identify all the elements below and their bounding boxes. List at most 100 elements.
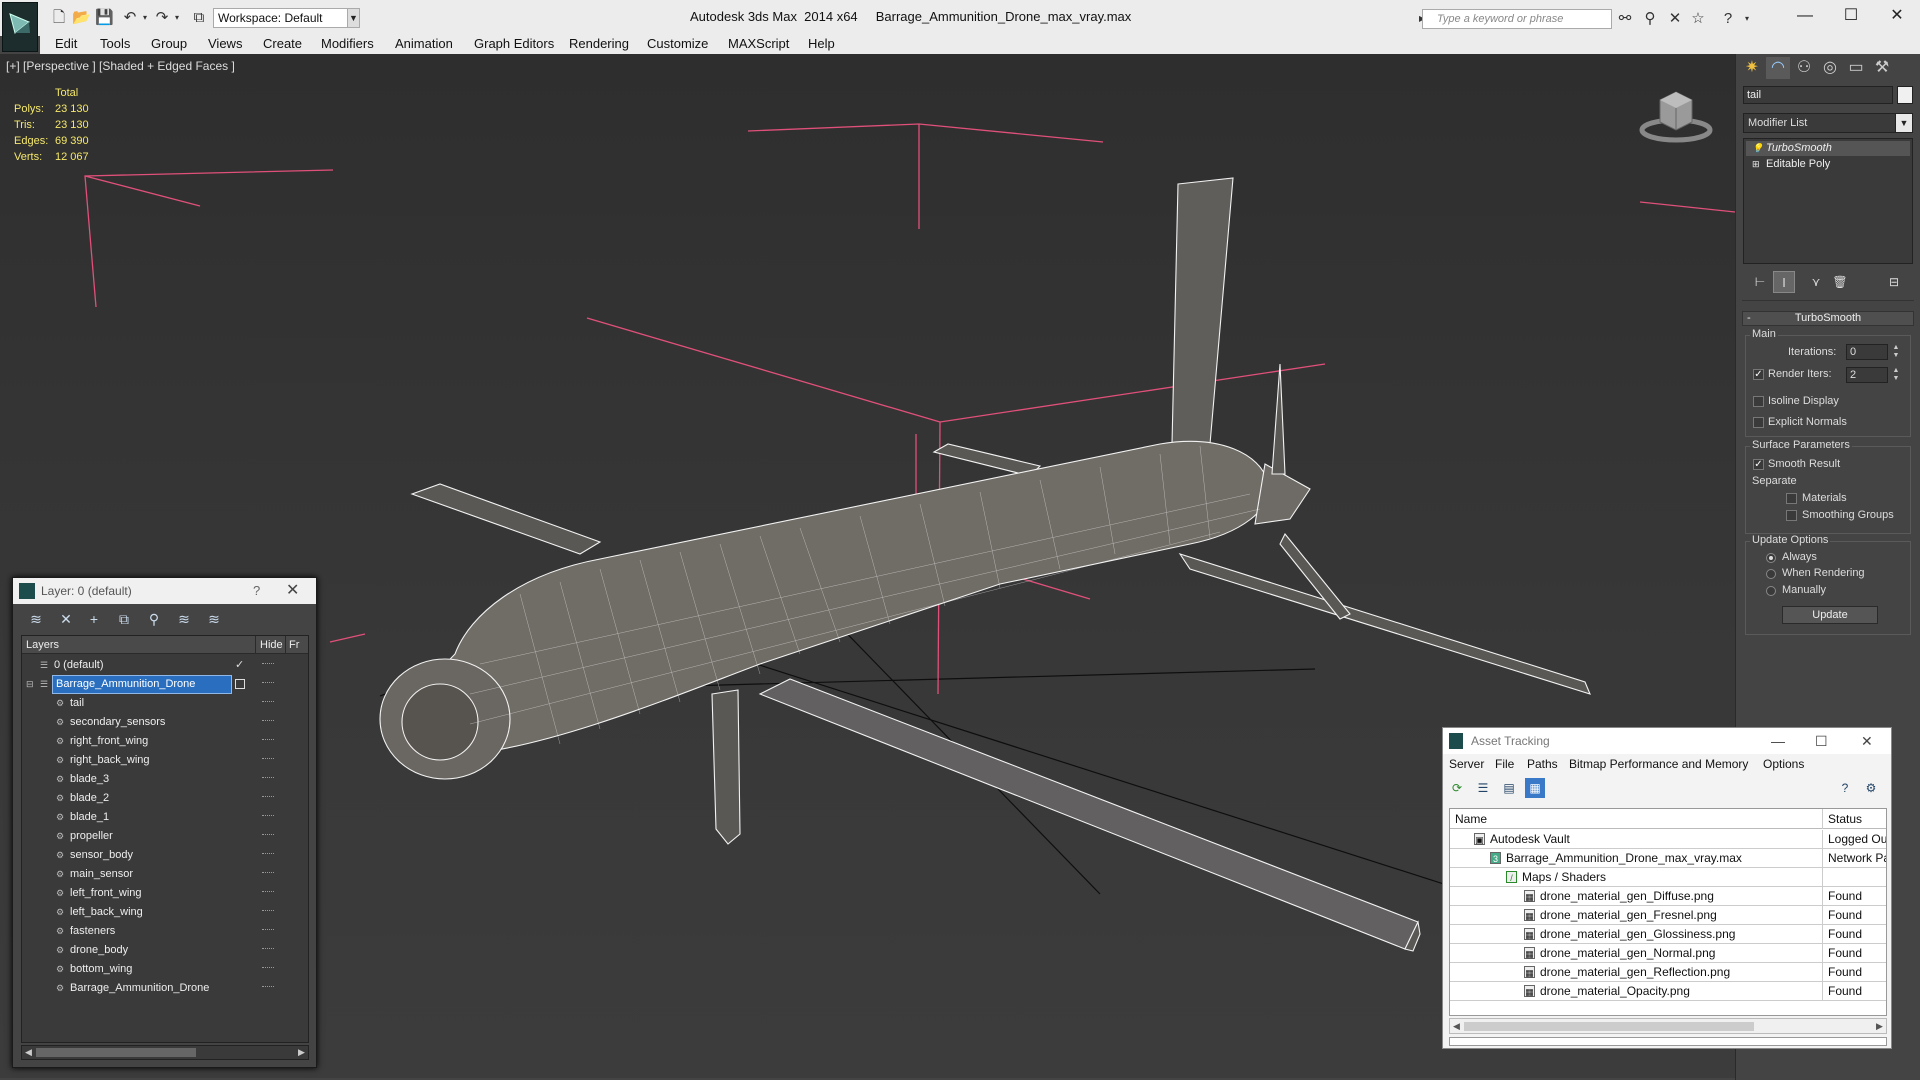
menu-edit[interactable]: Edit xyxy=(55,35,77,53)
display-tab-icon[interactable]: ▭ xyxy=(1844,57,1868,79)
communication-icon[interactable]: ✕ xyxy=(1665,9,1685,29)
object-row[interactable]: ⚙ tail xyxy=(22,694,308,713)
help-icon[interactable]: ? xyxy=(1835,778,1855,798)
asset-path-field[interactable] xyxy=(1449,1037,1887,1046)
column-status[interactable]: Status xyxy=(1822,809,1886,829)
pin-stack-icon[interactable]: ⊢ xyxy=(1749,271,1771,293)
smoothing-groups-checkbox[interactable] xyxy=(1786,510,1797,521)
create-tab-icon[interactable]: ✷ xyxy=(1740,57,1764,79)
create-layer-icon[interactable]: + xyxy=(83,609,105,629)
object-color-swatch[interactable] xyxy=(1897,86,1913,104)
undo-dropdown-icon[interactable]: ▾ xyxy=(136,9,154,27)
menu-group[interactable]: Group xyxy=(151,35,187,53)
column-hide[interactable]: Hide xyxy=(255,636,283,654)
layer-row[interactable]: ☰ 0 (default) ✓ xyxy=(22,656,308,675)
asset-row[interactable]: ▦ drone_material_gen_Glossiness.png Found xyxy=(1450,925,1886,944)
object-row[interactable]: ⚙ right_front_wing xyxy=(22,732,308,751)
utilities-tab-icon[interactable]: ⚒ xyxy=(1870,57,1894,79)
asset-row[interactable]: ▦ drone_material_gen_Normal.png Found xyxy=(1450,944,1886,963)
workspace-dropdown[interactable]: Workspace: Default ▼ xyxy=(213,8,358,28)
configure-sets-icon[interactable]: ⊟ xyxy=(1883,271,1905,293)
stack-item-turbosmooth[interactable]: 💡 TurboSmooth xyxy=(1746,141,1910,156)
hide-toggle[interactable] xyxy=(262,929,274,932)
object-row[interactable]: ⚙ blade_3 xyxy=(22,770,308,789)
hide-toggle[interactable] xyxy=(262,834,274,837)
maximize-icon[interactable]: ☐ xyxy=(1829,4,1873,28)
object-row[interactable]: ⚙ drone_body xyxy=(22,941,308,960)
spinner-arrows-icon[interactable]: ▲ ▼ xyxy=(1891,367,1901,383)
hide-all-layers-icon[interactable]: ≋ xyxy=(203,609,225,629)
menu-maxscript[interactable]: MAXScript xyxy=(728,35,789,53)
menu-animation[interactable]: Animation xyxy=(395,35,453,53)
active-layer-check-icon[interactable]: ✓ xyxy=(235,656,244,675)
save-file-icon[interactable]: 💾 xyxy=(95,9,114,27)
menu-customize[interactable]: Customize xyxy=(647,35,708,53)
lightbulb-icon[interactable]: 💡 xyxy=(1752,143,1763,153)
horizontal-scrollbar[interactable]: ◀ ▶ xyxy=(1449,1018,1887,1034)
scroll-right-icon[interactable]: ▶ xyxy=(1876,1019,1883,1033)
menu-rendering[interactable]: Rendering xyxy=(569,35,629,53)
refresh-icon[interactable]: ⟳ xyxy=(1447,778,1467,798)
scroll-right-icon[interactable]: ▶ xyxy=(298,1046,305,1059)
column-name[interactable]: Name xyxy=(1455,809,1487,829)
menu-help[interactable]: Help xyxy=(808,35,835,53)
asset-row[interactable]: ▦ drone_material_gen_Fresnel.png Found xyxy=(1450,906,1886,925)
viewcube-icon[interactable] xyxy=(1638,86,1718,146)
detail-view-icon[interactable]: ▤ xyxy=(1499,778,1519,798)
app-logo-button[interactable] xyxy=(2,2,38,52)
new-file-icon[interactable]: 🗋 xyxy=(50,9,68,27)
spinner-arrows-icon[interactable]: ▲ ▼ xyxy=(1891,344,1901,360)
viewport-label[interactable]: [+] [Perspective ] [Shaded + Edged Faces… xyxy=(6,59,235,73)
scrollbar-thumb[interactable] xyxy=(1464,1022,1754,1031)
help-icon[interactable]: ? xyxy=(1718,9,1738,29)
render-iters-checkbox[interactable]: ✓ xyxy=(1753,369,1764,380)
asset-row[interactable]: 3 Barrage_Ammunition_Drone_max_vray.max Ne… xyxy=(1450,849,1886,868)
hide-toggle[interactable] xyxy=(262,777,274,780)
always-radio[interactable] xyxy=(1766,553,1776,563)
scroll-left-icon[interactable]: ◀ xyxy=(25,1046,32,1059)
horizontal-scrollbar[interactable]: ◀ ▶ xyxy=(21,1045,309,1060)
menu-create[interactable]: Create xyxy=(263,35,302,53)
stack-item-editable-poly[interactable]: ⊞ Editable Poly xyxy=(1746,157,1910,172)
hide-toggle[interactable] xyxy=(262,891,274,894)
add-selection-icon[interactable]: ⧉ xyxy=(113,609,135,629)
asset-row[interactable]: ▦ drone_material_gen_Diffuse.png Found xyxy=(1450,887,1886,906)
object-name-field[interactable]: tail xyxy=(1743,86,1893,104)
object-row[interactable]: ⚙ main_sensor xyxy=(22,865,308,884)
manually-radio[interactable] xyxy=(1766,586,1776,596)
menu-tools[interactable]: Tools xyxy=(100,35,130,53)
hide-toggle[interactable] xyxy=(262,872,274,875)
table-view-icon[interactable]: ▦ xyxy=(1525,778,1545,798)
object-row[interactable]: ⚙ fasteners xyxy=(22,922,308,941)
subscription-icon[interactable]: ⚲ xyxy=(1640,9,1660,29)
object-row[interactable]: ⚙ sensor_body xyxy=(22,846,308,865)
object-row[interactable]: ⚙ Barrage_Ammunition_Drone xyxy=(22,979,308,998)
close-icon[interactable]: ✕ xyxy=(286,578,299,604)
object-row[interactable]: ⚙ blade_2 xyxy=(22,789,308,808)
hide-toggle[interactable] xyxy=(262,986,274,989)
hide-toggle[interactable] xyxy=(262,739,274,742)
binoculars-icon[interactable]: ⚯ xyxy=(1615,9,1635,29)
hide-toggle[interactable] xyxy=(262,720,274,723)
isoline-display-checkbox[interactable] xyxy=(1753,396,1764,407)
menu-bitmap-performance[interactable]: Bitmap Performance and Memory xyxy=(1569,754,1748,774)
help-dropdown-icon[interactable]: ▾ xyxy=(1737,9,1757,29)
object-row[interactable]: ⚙ right_back_wing xyxy=(22,751,308,770)
list-view-icon[interactable]: ☰ xyxy=(1473,778,1493,798)
asset-row[interactable]: ▦ drone_material_gen_Reflection.png Found xyxy=(1450,963,1886,982)
redo-dropdown-icon[interactable]: ▾ xyxy=(168,9,186,27)
turbosmooth-rollout-header[interactable]: - TurboSmooth xyxy=(1742,311,1914,326)
menu-file[interactable]: File xyxy=(1495,754,1514,774)
asset-row[interactable]: ▦ drone_material_Opacity.png Found xyxy=(1450,982,1886,1001)
workspace-more-icon[interactable]: ▼ xyxy=(347,8,360,28)
project-folder-icon[interactable]: ⧉ xyxy=(190,9,208,27)
make-unique-icon[interactable]: ⋎ xyxy=(1805,271,1827,293)
explicit-normals-checkbox[interactable] xyxy=(1753,417,1764,428)
hide-toggle[interactable] xyxy=(262,910,274,913)
hide-toggle[interactable] xyxy=(262,796,274,799)
hide-toggle[interactable] xyxy=(262,758,274,761)
column-layers[interactable]: Layers xyxy=(26,636,59,654)
select-objects-icon[interactable]: ⚲ xyxy=(143,609,165,629)
modifier-list-dropdown[interactable]: Modifier List xyxy=(1743,113,1907,133)
object-row[interactable]: ⚙ propeller xyxy=(22,827,308,846)
